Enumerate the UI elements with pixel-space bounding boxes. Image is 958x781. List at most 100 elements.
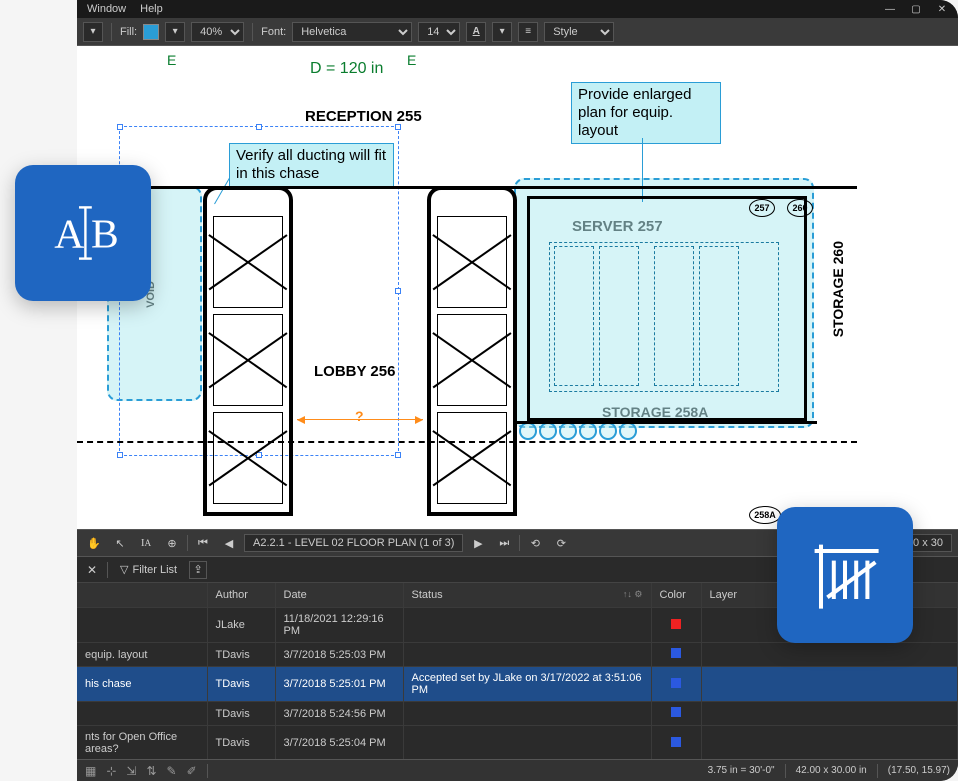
cell-date: 3/7/2018 5:25:01 PM: [275, 667, 403, 702]
cell-layer: [701, 667, 958, 702]
leader-line-2: [642, 138, 643, 202]
cursor-tool[interactable]: ↖: [109, 533, 131, 553]
cell-layer: [701, 726, 958, 761]
cell-author: JLake: [207, 608, 275, 643]
fill-dropdown[interactable]: ▾: [165, 22, 185, 42]
dim-fragment: E: [167, 52, 176, 68]
cell-author: TDavis: [207, 667, 275, 702]
duct-box: [213, 314, 283, 406]
edit-icon[interactable]: ✎: [167, 764, 177, 778]
duct-box: [437, 412, 507, 504]
duct-box: [437, 216, 507, 308]
fill-color-swatch[interactable]: [143, 24, 159, 40]
first-page-button[interactable]: ⏮: [192, 533, 214, 553]
cell-subject: his chase: [77, 667, 207, 702]
cell-subject: [77, 608, 207, 643]
room-tag-258a: 258A: [749, 506, 781, 524]
pan-tool[interactable]: ✋: [83, 533, 105, 553]
rotate-ccw-button[interactable]: ⟲: [524, 533, 546, 553]
cell-layer: [701, 643, 958, 667]
font-color-dropdown[interactable]: ▾: [492, 22, 512, 42]
text-cursor-icon: A B: [43, 193, 123, 273]
panel-close-button[interactable]: ✕: [83, 561, 101, 579]
table-row[interactable]: equip. layout TDavis 3/7/2018 5:25:03 PM: [77, 643, 958, 667]
font-label: Font:: [261, 26, 286, 38]
font-color-button[interactable]: A: [466, 22, 486, 42]
table-row[interactable]: his chase TDavis 3/7/2018 5:25:01 PM Acc…: [77, 667, 958, 702]
server-rack: [699, 246, 739, 386]
statusbar: ▦ ⊹ ⇲ ⇅ ✎ ✐ 3.75 in = 30'-0" 42.00 x 30.…: [77, 759, 958, 781]
font-family-select[interactable]: Helvetica: [292, 22, 412, 42]
room-label-storage: STORAGE 260: [830, 241, 846, 337]
close-button[interactable]: ✕: [936, 3, 948, 15]
cell-date: 3/7/2018 5:25:03 PM: [275, 643, 403, 667]
dimension-question-mark: ?: [355, 408, 364, 424]
badge-text-tool: A B: [15, 165, 151, 301]
markup-mode-icon[interactable]: ✐: [187, 764, 197, 778]
cell-color: [651, 643, 701, 667]
align-icon[interactable]: ⇲: [126, 764, 136, 778]
menu-window[interactable]: Window: [87, 3, 126, 15]
cell-author: TDavis: [207, 643, 275, 667]
text-select-tool[interactable]: IA: [135, 533, 157, 553]
status-cursor-pos: (17.50, 15.97): [888, 765, 950, 776]
filter-list-button[interactable]: ▽ Filter List: [114, 561, 183, 578]
prev-page-button[interactable]: ◀: [218, 533, 240, 553]
cell-date: 3/7/2018 5:24:56 PM: [275, 702, 403, 726]
status-scale[interactable]: 3.75 in = 30'-0": [708, 765, 775, 776]
col-author[interactable]: Author: [207, 583, 275, 608]
next-page-button[interactable]: ▶: [467, 533, 489, 553]
drawing-canvas[interactable]: D = 120 in E E RECEPTION 255 LOBBY 256 S…: [77, 46, 958, 529]
sort-icon[interactable]: ↑↓ ⚙: [623, 589, 643, 600]
col-status[interactable]: Status↑↓ ⚙: [403, 583, 651, 608]
cell-status: [403, 643, 651, 667]
cell-author: TDavis: [207, 726, 275, 761]
cell-status: [403, 608, 651, 643]
snap-icon[interactable]: ⊹: [106, 764, 116, 778]
cell-layer: [701, 702, 958, 726]
server-rack: [599, 246, 639, 386]
callout-enlarged-plan[interactable]: Provide enlarged plan for equip. layout: [571, 82, 721, 144]
dropdown-toggle[interactable]: ▾: [83, 22, 103, 42]
sheet-title[interactable]: A2.2.1 - LEVEL 02 FLOOR PLAN (1 of 3): [244, 534, 463, 552]
last-page-button[interactable]: ⏭: [493, 533, 515, 553]
font-size-select[interactable]: 14: [418, 22, 460, 42]
cell-color: [651, 667, 701, 702]
text-align-button[interactable]: ≡: [518, 22, 538, 42]
formatting-toolbar: ▾ Fill: ▾ 40% Font: Helvetica 14 A ▾ ≡ S…: [77, 18, 958, 46]
cell-status: Accepted set by JLake on 3/17/2022 at 3:…: [403, 667, 651, 702]
rotate-cw-button[interactable]: ⟳: [550, 533, 572, 553]
cell-author: TDavis: [207, 702, 275, 726]
room-label-reception: RECEPTION 255: [305, 108, 422, 125]
minimize-button[interactable]: —: [884, 3, 896, 15]
col-color[interactable]: Color: [651, 583, 701, 608]
opacity-select[interactable]: 40%: [191, 22, 244, 42]
table-row[interactable]: TDavis 3/7/2018 5:24:56 PM: [77, 702, 958, 726]
maximize-button[interactable]: ▢: [910, 3, 922, 15]
cell-status: [403, 702, 651, 726]
cell-subject: equip. layout: [77, 643, 207, 667]
sync-icon[interactable]: ⇅: [146, 764, 156, 778]
cell-date: 11/18/2021 12:29:16 PM: [275, 608, 403, 643]
cell-color: [651, 702, 701, 726]
export-button[interactable]: ⇪: [189, 561, 207, 579]
duct-box: [213, 412, 283, 504]
wall-line: [77, 186, 857, 189]
duct-box: [213, 216, 283, 308]
style-select[interactable]: Style: [544, 22, 614, 42]
server-rack: [554, 246, 594, 386]
cell-subject: nts for Open Office areas?: [77, 726, 207, 761]
menubar: Window Help — ▢ ✕: [77, 0, 958, 18]
room-tag-257: 257: [749, 199, 775, 217]
zoom-tool[interactable]: ⊕: [161, 533, 183, 553]
col-date[interactable]: Date: [275, 583, 403, 608]
table-row[interactable]: nts for Open Office areas? TDavis 3/7/20…: [77, 726, 958, 761]
svg-text:A: A: [54, 210, 84, 256]
cell-color: [651, 726, 701, 761]
tally-grid-icon: [805, 535, 885, 615]
cell-status: [403, 726, 651, 761]
menu-help[interactable]: Help: [140, 3, 163, 15]
duct-box: [437, 314, 507, 406]
grid-icon[interactable]: ▦: [85, 764, 96, 778]
col-subject[interactable]: [77, 583, 207, 608]
